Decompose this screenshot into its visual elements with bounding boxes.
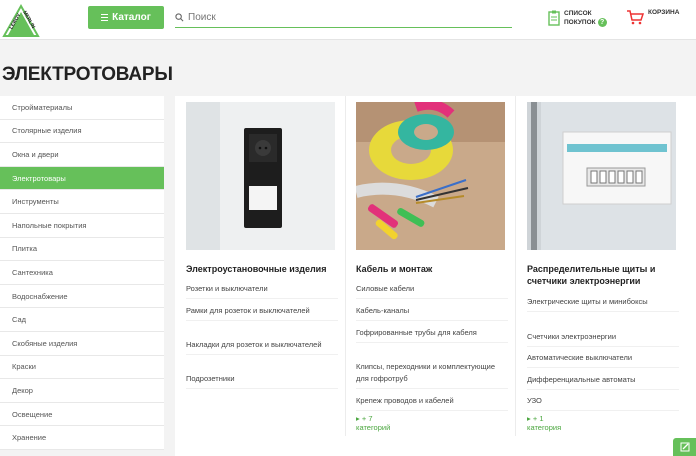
sidebar-item-garden[interactable]: Сад	[0, 308, 164, 332]
sidebar-item-water-supply[interactable]: Водоснабжение	[0, 284, 164, 309]
card-link[interactable]: Счетчики электроэнергии	[527, 331, 679, 347]
card-link[interactable]: УЗО	[527, 395, 679, 411]
page-title: ЭЛЕКТРОТОВАРЫ	[2, 64, 173, 85]
shopping-list-link[interactable]: Список покупок?	[548, 10, 607, 27]
card-link[interactable]: Автоматические выключатели	[527, 352, 679, 368]
feedback-button[interactable]	[673, 438, 696, 456]
sidebar-item-joinery[interactable]: Столярные изделия	[0, 119, 164, 144]
card-title[interactable]: Распределительные щиты и счетчики электр…	[527, 263, 677, 287]
more-categories-label: + 1 категория	[527, 414, 562, 432]
sidebar-item-lighting[interactable]: Освещение	[0, 402, 164, 427]
catalog-button-label: Каталог	[112, 12, 151, 23]
sidebar-item-flooring[interactable]: Напольные покрытия	[0, 213, 164, 238]
card-link[interactable]: Крепеж проводов и кабелей	[356, 395, 508, 411]
card-link[interactable]: Клипсы, переходники и комплектующие для …	[356, 361, 508, 389]
divider	[515, 96, 516, 436]
card-link[interactable]: Гофрированные трубы для кабеля	[356, 327, 508, 343]
card-link[interactable]: Кабель-каналы	[356, 305, 508, 321]
wall-socket-image[interactable]	[186, 102, 335, 250]
card-link[interactable]: Накладки для розеток и выключателей	[186, 339, 338, 355]
card-link[interactable]: Электрические щиты и минибоксы	[527, 296, 679, 312]
sidebar-item-electrical[interactable]: Электротовары	[0, 166, 164, 191]
catalog-button[interactable]: Каталог	[88, 6, 164, 29]
card-title[interactable]: Электроустановочные изделия	[186, 263, 336, 275]
cart-link[interactable]: Корзина	[626, 9, 679, 25]
more-categories-link[interactable]: ▸ + 7 категорий	[356, 414, 390, 432]
sidebar-item-plumbing[interactable]: Сантехника	[0, 261, 164, 285]
question-icon[interactable]: ?	[597, 18, 607, 27]
sidebar-item-tools[interactable]: Инструменты	[0, 190, 164, 214]
shopping-list-label-2: покупок	[564, 19, 596, 27]
clipboard-icon	[548, 10, 560, 26]
sidebar-item-building-materials[interactable]: Стройматериалы	[0, 96, 164, 120]
card-link[interactable]: Силовые кабели	[356, 283, 508, 299]
search-bar	[175, 8, 512, 28]
leroy-merlin-logo[interactable]: LEROY MERLIN	[2, 2, 40, 38]
search-icon	[175, 13, 184, 22]
sidebar-item-storage[interactable]: Хранение	[0, 426, 164, 450]
sidebar-item-hardware[interactable]: Скобяные изделия	[0, 331, 164, 356]
category-sidebar: Стройматериалы Столярные изделия Окна и …	[0, 96, 164, 450]
divider	[345, 96, 346, 436]
menu-icon	[101, 14, 109, 21]
card-link[interactable]: Подрозетники	[186, 373, 338, 389]
edit-icon	[680, 442, 689, 452]
card-link[interactable]: Розетки и выключатели	[186, 283, 338, 299]
card-link[interactable]: Рамки для розеток и выключателей	[186, 305, 338, 321]
sidebar-item-tiles[interactable]: Плитка	[0, 237, 164, 262]
top-bar: LEROY MERLIN Каталог Список покупок?	[0, 0, 696, 40]
more-categories-label: + 7 категорий	[356, 414, 391, 432]
sidebar-item-paints[interactable]: Краски	[0, 355, 164, 380]
shopping-list-label-1: Список	[564, 10, 592, 17]
search-input[interactable]	[188, 12, 488, 23]
cables-tape-image[interactable]	[356, 102, 505, 250]
cart-label: Корзина	[648, 9, 680, 16]
subcategory-cards: Электроустановочные изделия Розетки и вы…	[175, 96, 696, 456]
card-link[interactable]: Дифференциальные автоматы	[527, 374, 679, 390]
sidebar-item-decor[interactable]: Декор	[0, 379, 164, 403]
sidebar-item-windows-doors[interactable]: Окна и двери	[0, 143, 164, 167]
more-categories-link[interactable]: ▸ + 1 категория	[527, 414, 561, 432]
card-title[interactable]: Кабель и монтаж	[356, 263, 506, 275]
distribution-board-image[interactable]	[527, 102, 676, 250]
cart-icon	[627, 10, 644, 25]
